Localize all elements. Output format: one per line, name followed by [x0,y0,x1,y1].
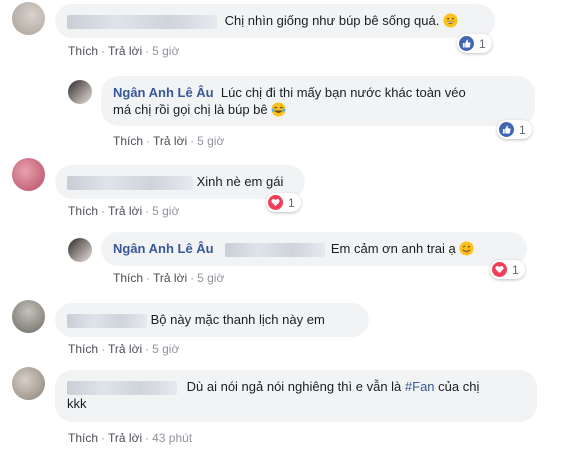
reaction-count-badge[interactable]: 1 [266,193,301,212]
commenter-avatar[interactable] [12,2,45,35]
heart-icon [492,262,507,277]
comment-timestamp[interactable]: 43 phút [152,431,192,445]
tears-of-joy-emoji-icon [271,102,286,117]
blurred-author-name [67,380,177,395]
reply-link[interactable]: Trả lời [108,431,142,445]
comment-timestamp[interactable]: 5 giờ [152,342,179,356]
like-icon [499,122,514,137]
commenter-avatar[interactable] [12,158,45,191]
reply-bubble: Ngân Anh Lê Âu Em cảm ơn anh trai ạ [101,232,527,266]
comment-timestamp[interactable]: 5 giờ [152,204,179,218]
reply-link[interactable]: Trả lời [108,342,142,356]
blurred-author-name [67,313,147,328]
comment-actions: Thích · Trả lời · 5 giờ [68,204,180,218]
commenter-avatar[interactable] [12,367,45,400]
like-link[interactable]: Thích [113,134,143,148]
grinning-emoji-icon [443,13,458,28]
reaction-count-badge[interactable]: 1 [457,34,492,53]
reaction-count-badge[interactable]: 1 [490,260,525,279]
tongue-emoji-icon [459,241,474,256]
comment-timestamp[interactable]: 5 giờ [197,271,224,285]
comment-text: Xinh nè em gái [196,174,284,189]
reaction-count: 1 [288,195,295,210]
author-name[interactable]: Ngân Anh Lê Âu [113,241,214,256]
comment-text-end: của chị [434,379,480,394]
reply-bubble: Ngân Anh Lê Âu Lúc chị đi thi mấy bạn nư… [101,76,535,126]
comment-actions: Thích · Trả lời · 43 phút [68,431,193,445]
comment-text: Bộ này mặc thanh lịch này em [150,312,325,327]
like-link[interactable]: Thích [68,204,98,218]
comment-timestamp[interactable]: 5 giờ [197,134,224,148]
like-icon [459,36,474,51]
commenter-avatar[interactable] [12,300,45,333]
comment-bubble: Bộ này mặc thanh lịch này em [55,303,369,337]
comment-actions: Thích · Trả lời · 5 giờ [68,44,180,58]
blurred-author-name [67,14,217,29]
like-link[interactable]: Thích [68,342,98,356]
reply-text-line2: má chị rồi gọi chị là búp bê [113,102,268,117]
reaction-count: 1 [479,36,486,51]
reply-link[interactable]: Trả lời [108,44,142,58]
reply-link[interactable]: Trả lời [108,204,142,218]
comment-text-line2: kkk [67,396,87,411]
comment-bubble: Xinh nè em gái [55,165,305,199]
blurred-author-name [67,175,193,190]
reply-actions: Thích · Trả lời · 5 giờ [113,271,225,285]
author-avatar[interactable] [68,80,92,104]
hashtag-link[interactable]: #Fan [405,379,435,394]
reaction-count-badge[interactable]: 1 [497,120,532,139]
comment-text: Chị nhìn giống như búp bê sống quá. [224,13,440,28]
reply-link[interactable]: Trả lời [153,134,187,148]
like-link[interactable]: Thích [68,431,98,445]
like-link[interactable]: Thích [68,44,98,58]
reaction-count: 1 [519,122,526,137]
comment-bubble: Chị nhìn giống như búp bê sống quá. [55,4,495,38]
reply-actions: Thích · Trả lời · 5 giờ [113,134,225,148]
reply-text-line1: Lúc chị đi thi mấy bạn nước khác toàn vé… [220,85,466,100]
author-avatar[interactable] [68,238,92,262]
like-link[interactable]: Thích [113,271,143,285]
reaction-count: 1 [512,262,519,277]
comment-actions: Thích · Trả lời · 5 giờ [68,342,180,356]
reply-text: Em cảm ơn anh trai ạ [330,241,456,256]
heart-icon [268,195,283,210]
author-name[interactable]: Ngân Anh Lê Âu [113,85,214,100]
comment-bubble: Dù ai nói ngả nói nghiêng thì e vẫn là #… [55,370,537,422]
reply-link[interactable]: Trả lời [153,271,187,285]
blurred-mention [225,242,326,257]
comment-timestamp[interactable]: 5 giờ [152,44,179,58]
comment-text: Dù ai nói ngả nói nghiêng thì e vẫn là [186,379,405,394]
